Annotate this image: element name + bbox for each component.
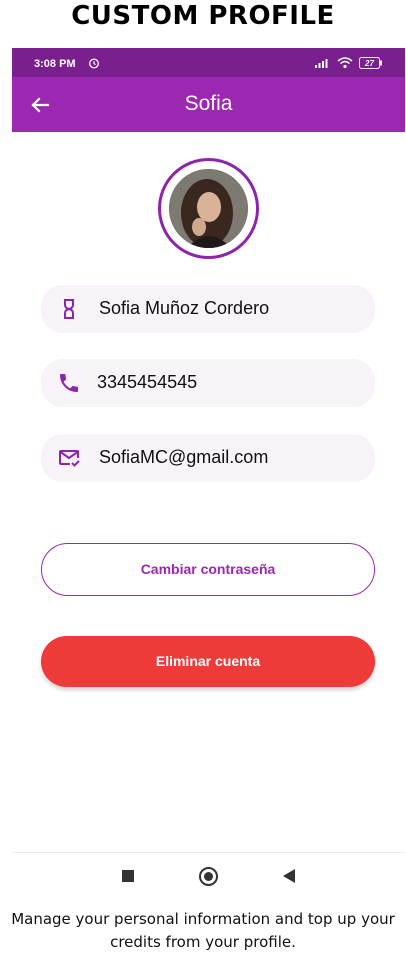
app-title: Sofia: [184, 92, 233, 115]
back-icon[interactable]: [283, 869, 295, 883]
page-heading: CUSTOM PROFILE: [71, 1, 335, 31]
battery-icon: 27: [359, 57, 382, 69]
person-icon: [64, 299, 74, 319]
phone-value: 3345454545: [97, 372, 198, 392]
profile-photo: [169, 169, 248, 248]
home-icon[interactable]: [199, 867, 218, 886]
email-value: SofiaMC@gmail.com: [99, 447, 269, 467]
name-field[interactable]: Sofia Muñoz Cordero: [41, 285, 375, 333]
status-icons: 27: [315, 57, 383, 69]
wifi-icon: [337, 57, 353, 69]
avatar-ring[interactable]: [158, 158, 259, 259]
app-bar: Sofia: [12, 77, 405, 132]
name-value: Sofia Muñoz Cordero: [99, 298, 270, 318]
phone-field[interactable]: 3345454545: [41, 359, 375, 407]
phone-icon: [60, 374, 78, 392]
signal-icon: [315, 59, 328, 68]
email-field[interactable]: SofiaMC@gmail.com: [41, 434, 375, 482]
caption: Manage your personal information and top…: [11, 910, 395, 951]
mail-check-icon: [59, 450, 80, 467]
alarm-icon: [89, 58, 99, 69]
phone-screen: 3:08 PM 27 Sofia Sofia Muñoz Cordero 334…: [12, 48, 405, 906]
system-nav-bar: [12, 852, 405, 906]
delete-account-button[interactable]: Eliminar cuenta: [41, 636, 375, 687]
change-password-button[interactable]: Cambiar contraseña: [41, 543, 375, 596]
status-bar: 3:08 PM 27: [12, 48, 405, 77]
recent-apps-icon[interactable]: [122, 870, 134, 882]
status-time: 3:08 PM: [34, 58, 76, 70]
avatar[interactable]: [169, 169, 248, 248]
battery-level: 27: [364, 59, 374, 68]
